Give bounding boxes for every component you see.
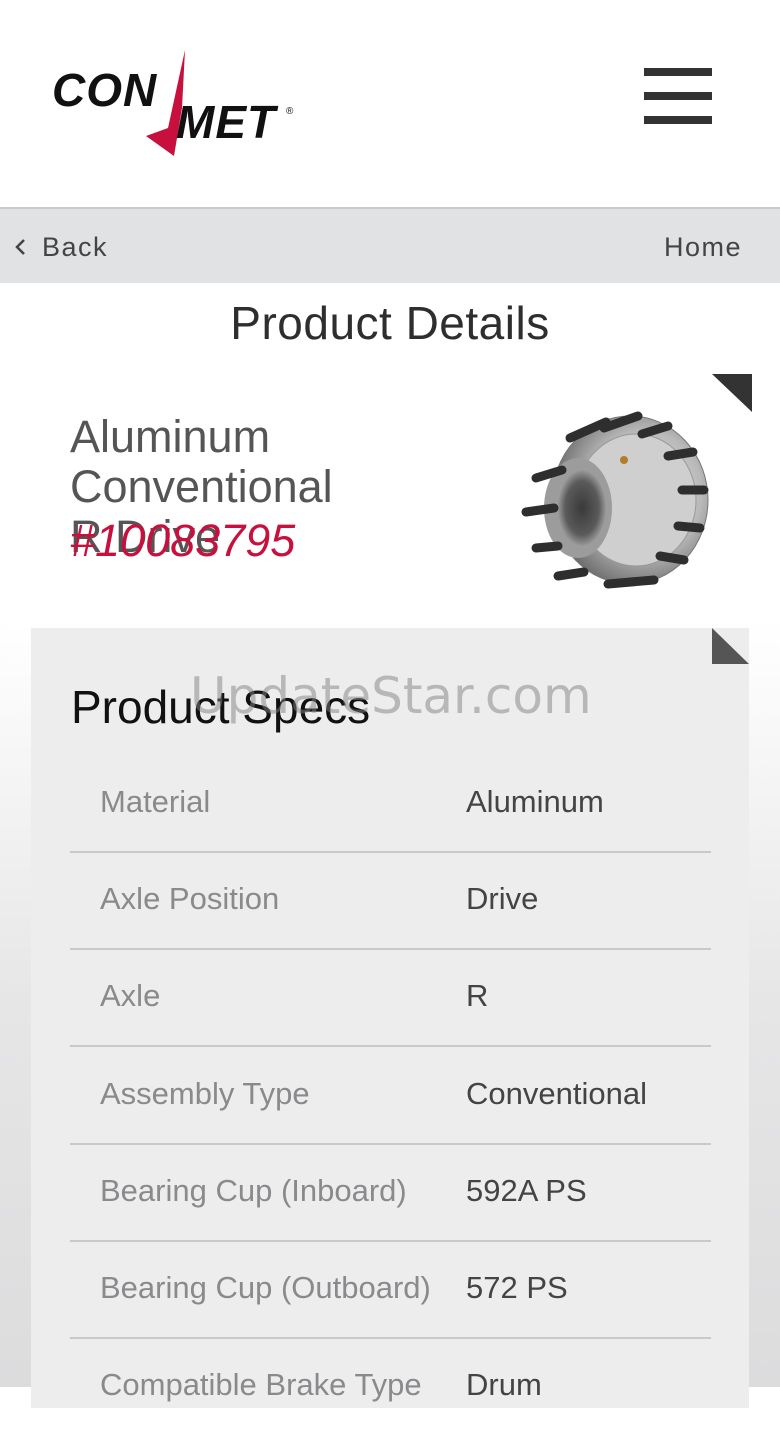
- spec-row-bearing-cup-inboard: Bearing Cup (Inboard) 592A PS: [70, 1145, 711, 1242]
- spec-value: R: [466, 978, 489, 1013]
- product-specs-panel: Product Specs Material Aluminum Axle Pos…: [31, 628, 749, 1408]
- home-link[interactable]: Home: [664, 227, 742, 267]
- spec-label: Bearing Cup (Inboard): [100, 1173, 407, 1208]
- specs-title: Product Specs: [71, 681, 371, 733]
- hamburger-menu-icon-bar-1: [644, 68, 712, 76]
- hamburger-menu-icon-bar-3: [644, 116, 712, 124]
- back-label: Back: [42, 231, 109, 262]
- spec-row-assembly-type: Assembly Type Conventional: [70, 1048, 711, 1145]
- logo-text-top: CON: [52, 64, 157, 116]
- conmet-logo[interactable]: CON MET ®: [48, 44, 300, 160]
- chevron-left-icon: [15, 239, 25, 255]
- spec-value: Conventional: [466, 1076, 647, 1111]
- spec-value: Drum: [466, 1367, 542, 1402]
- wheel-hub-image[interactable]: [518, 408, 714, 592]
- spec-row-compatible-brake-type: Compatible Brake Type Drum: [70, 1339, 711, 1436]
- spec-label: Bearing Cup (Outboard): [100, 1270, 431, 1305]
- card-corner-fold-icon: [712, 374, 752, 412]
- back-button[interactable]: Back: [14, 227, 108, 267]
- panel-corner-fold-icon: [712, 628, 749, 664]
- spec-row-bearing-cup-outboard: Bearing Cup (Outboard) 572 PS: [70, 1242, 711, 1339]
- spec-value: 592A PS: [466, 1173, 587, 1208]
- logo-registered-mark: ®: [286, 106, 294, 117]
- spec-value: Drive: [466, 881, 539, 916]
- app-header: CON MET ®: [0, 0, 780, 207]
- hamburger-menu-button[interactable]: [640, 64, 716, 128]
- spec-label: Axle Position: [100, 881, 280, 916]
- product-number: #10083795: [70, 515, 296, 566]
- spec-value: 572 PS: [466, 1270, 568, 1305]
- spec-label: Material: [100, 784, 211, 819]
- spec-value: Aluminum: [466, 784, 604, 819]
- spec-label: Axle: [100, 978, 161, 1013]
- hamburger-menu-icon-bar-2: [644, 92, 712, 100]
- home-label: Home: [663, 231, 742, 262]
- logo-text-bottom: MET: [176, 96, 279, 148]
- spec-label: Compatible Brake Type: [100, 1367, 422, 1402]
- spec-row-axle-position: Axle Position Drive: [70, 853, 711, 950]
- spec-label: Assembly Type: [100, 1076, 310, 1111]
- navigation-bar: Back Home: [0, 207, 780, 283]
- product-name-line-1: Aluminum Conventional: [70, 411, 333, 512]
- spec-row-material: Material Aluminum: [70, 756, 711, 853]
- page-title: Product Details: [230, 297, 550, 349]
- spec-row-axle: Axle R: [70, 950, 711, 1047]
